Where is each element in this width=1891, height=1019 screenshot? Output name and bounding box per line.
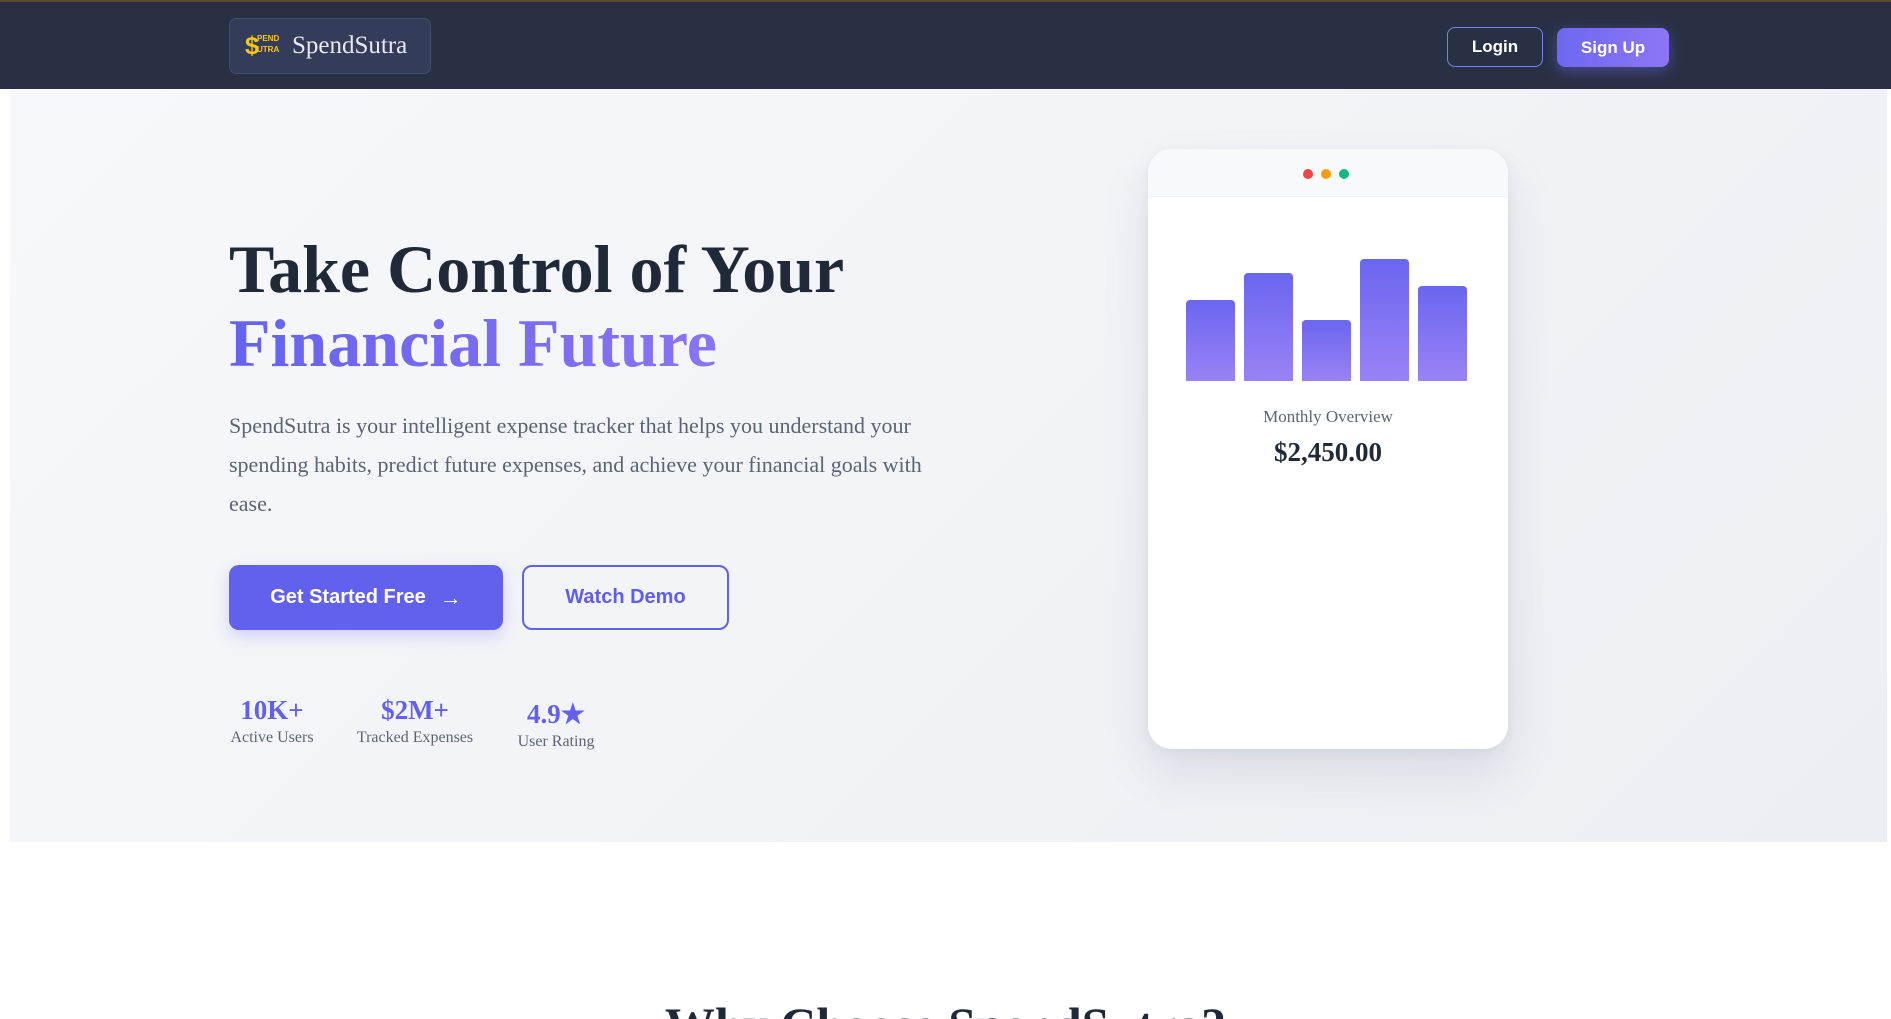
overview-label: Monthly Overview: [1263, 407, 1393, 426]
chart-bar: [1418, 286, 1467, 381]
section-title: Why Choose SpendSutra?: [0, 995, 1891, 1019]
chart-bar: [1186, 300, 1235, 381]
login-button[interactable]: Login: [1447, 27, 1543, 67]
stat-value: 10K+: [240, 695, 304, 725]
stat-label: User Rating: [517, 733, 595, 750]
get-started-button[interactable]: Get Started Free →: [229, 565, 503, 630]
window-dot-yellow-icon: [1321, 169, 1331, 179]
hero-title: Take Control of Your Financial Future: [229, 232, 949, 380]
signup-button[interactable]: Sign Up: [1557, 28, 1669, 67]
chart-bar: [1302, 320, 1351, 381]
hero-title-line2: Financial Future: [229, 306, 949, 380]
spendsutra-logo-icon: $ PEND UTRA: [245, 33, 280, 59]
logo-text-bottom: UTRA: [257, 45, 280, 54]
dashboard-preview-card: Monthly Overview $2,450.00: [1148, 149, 1508, 749]
hero-title-line1: Take Control of Your: [229, 231, 845, 307]
bar-chart-illustration: [1186, 229, 1476, 381]
logo-text-top: PEND: [257, 34, 280, 43]
stat-label: Active Users: [230, 729, 314, 746]
watch-demo-button[interactable]: Watch Demo: [522, 565, 729, 630]
stat-value: $2M+: [381, 695, 449, 725]
hero-description: SpendSutra is your intelligent expense t…: [229, 413, 922, 516]
stat-label: Tracked Expenses: [356, 729, 474, 746]
brand-logo-link[interactable]: $ PEND UTRA SpendSutra: [229, 18, 431, 74]
get-started-label: Get Started Free: [270, 586, 426, 608]
brand-name: SpendSutra: [292, 32, 408, 59]
overview-value: $2,450.00: [1274, 437, 1382, 467]
stat-tracked-expenses: $2M+ Tracked Expenses: [352, 694, 478, 748]
window-dot-green-icon: [1339, 169, 1349, 179]
window-dot-red-icon: [1303, 169, 1313, 179]
window-titlebar: [1148, 149, 1508, 197]
stat-value: 4.9★: [527, 699, 585, 729]
stat-user-rating: 4.9★ User Rating: [512, 698, 600, 752]
arrow-right-icon: →: [439, 584, 462, 610]
chart-bar: [1244, 273, 1293, 381]
stat-active-users: 10K+ Active Users: [229, 694, 315, 748]
navbar: $ PEND UTRA SpendSutra Login Sign Up: [0, 0, 1891, 89]
chart-bar: [1360, 259, 1409, 381]
